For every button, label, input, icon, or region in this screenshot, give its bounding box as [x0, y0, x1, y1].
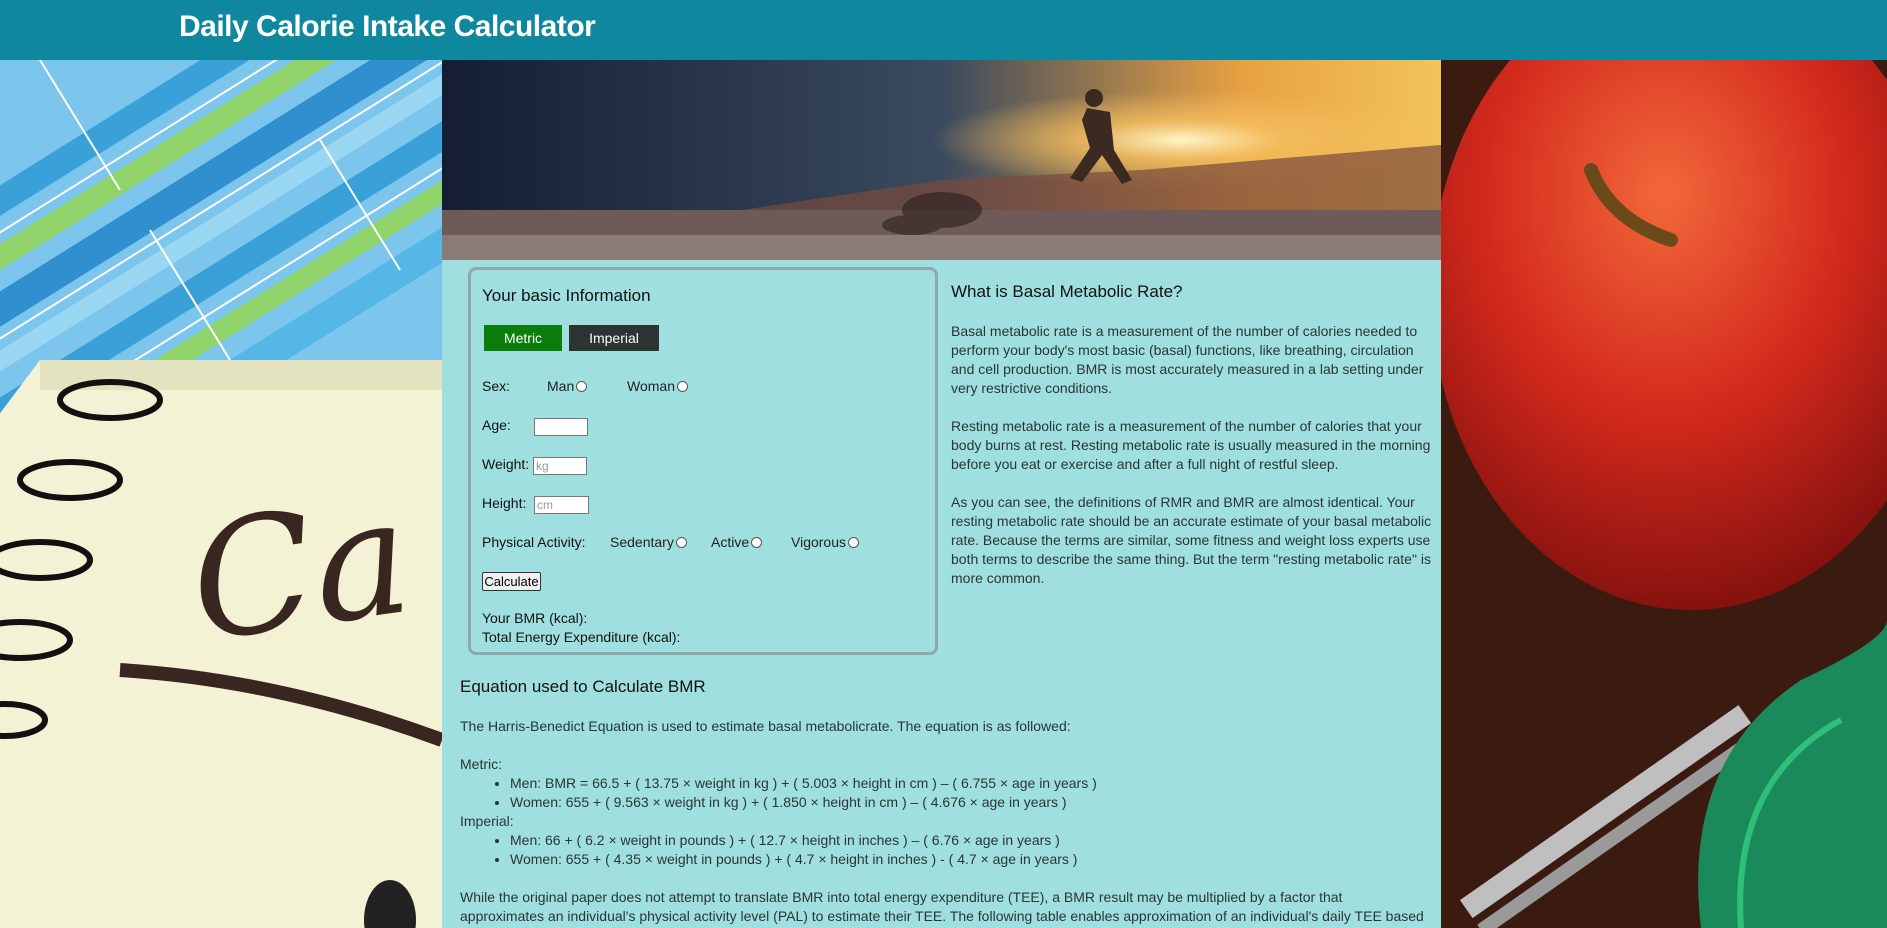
activity-sedentary-radio[interactable] [675, 536, 687, 548]
runner-sunset-image [442, 60, 1441, 260]
bmr-result-label: Your BMR (kcal): [482, 610, 588, 626]
sex-label: Sex: [482, 378, 511, 394]
right-background-image [1441, 60, 1887, 928]
sex-option-man-label: Man [547, 378, 575, 394]
activity-active-label: Active [711, 534, 750, 550]
tee-explanation: While the original paper does not attemp… [460, 889, 1424, 928]
activity-vigorous-label: Vigorous [791, 534, 847, 550]
form-title: Your basic Information [482, 286, 651, 305]
apple-illustration [1441, 60, 1887, 928]
activity-sedentary-label: Sedentary [610, 534, 674, 550]
left-background-image: Ca [0, 60, 442, 928]
imperial-equations-label: Imperial: [460, 813, 514, 829]
sex-option-woman-label: Woman [627, 378, 675, 394]
bmr-info-section: What is Basal Metabolic Rate? Basal meta… [951, 282, 1436, 607]
equation-section: Equation used to Calculate BMR The Harri… [460, 677, 1430, 928]
metric-button[interactable]: Metric [484, 325, 562, 351]
sex-woman-radio[interactable] [676, 380, 688, 392]
metric-equations-label: Metric: [460, 756, 502, 772]
activity-option-vigorous: Vigorous [791, 534, 860, 550]
height-input[interactable]: cm [534, 496, 589, 514]
age-label: Age: [482, 417, 511, 433]
svg-text:Ca: Ca [179, 462, 421, 677]
weight-input[interactable]: kg [533, 457, 587, 475]
metric-women-equation: Women: 655 + ( 9.563 × weight in kg ) + … [510, 793, 1430, 812]
tee-result-label: Total Energy Expenditure (kcal): [482, 629, 681, 645]
sex-man-radio[interactable] [576, 380, 588, 392]
metric-men-equation: Men: BMR = 66.5 + ( 13.75 × weight in kg… [510, 774, 1430, 793]
basic-info-form: Your basic Information Metric Imperial S… [468, 267, 938, 655]
activity-option-active: Active [711, 534, 763, 550]
header-bar: Daily Calorie Intake Calculator [0, 0, 1887, 60]
calculate-button[interactable]: Calculate [482, 572, 541, 591]
activity-vigorous-radio[interactable] [848, 536, 860, 548]
imperial-equations-list: Men: 66 + ( 6.2 × weight in pounds ) + (… [460, 831, 1430, 869]
bmr-info-paragraph-3: As you can see, the definitions of RMR a… [951, 494, 1432, 586]
hero-banner [442, 60, 1441, 260]
calories-notepad-illustration: Ca [0, 60, 442, 928]
metric-equations-list: Men: BMR = 66.5 + ( 13.75 × weight in kg… [460, 774, 1430, 812]
bmr-info-title: What is Basal Metabolic Rate? [951, 282, 1183, 301]
imperial-men-equation: Men: 66 + ( 6.2 × weight in pounds ) + (… [510, 831, 1430, 850]
main-content: Your basic Information Metric Imperial S… [442, 60, 1441, 928]
imperial-button[interactable]: Imperial [569, 325, 659, 351]
weight-label: Weight: [482, 456, 530, 472]
page-title: Daily Calorie Intake Calculator [179, 10, 596, 43]
bmr-info-paragraph-1: Basal metabolic rate is a measurement of… [951, 323, 1424, 396]
height-label: Height: [482, 495, 527, 511]
sex-option-woman: Woman [627, 378, 688, 394]
equation-title: Equation used to Calculate BMR [460, 677, 706, 696]
activity-option-sedentary: Sedentary [610, 534, 687, 550]
equation-intro: The Harris-Benedict Equation is used to … [460, 718, 1071, 734]
bmr-info-paragraph-2: Resting metabolic rate is a measurement … [951, 418, 1431, 472]
activity-label: Physical Activity: [482, 534, 586, 550]
activity-active-radio[interactable] [751, 536, 763, 548]
sex-option-man: Man [547, 378, 588, 394]
age-input[interactable] [534, 418, 588, 436]
imperial-women-equation: Women: 655 + ( 4.35 × weight in pounds )… [510, 850, 1430, 869]
